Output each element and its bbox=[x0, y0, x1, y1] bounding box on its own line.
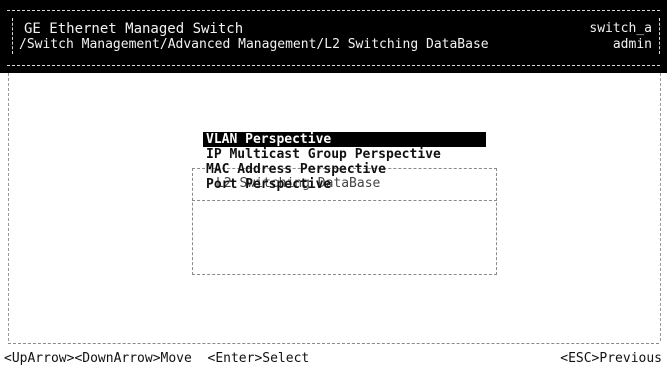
breadcrumb-path: /Switch Management/Advanced Management/L… bbox=[19, 37, 489, 52]
logged-in-user: admin bbox=[612, 37, 652, 52]
footer-separator bbox=[8, 343, 659, 344]
menu-box-bottom-border bbox=[192, 274, 497, 275]
header-left-border bbox=[12, 18, 13, 54]
menu-list: VLAN Perspective IP Multicast Group Pers… bbox=[203, 132, 486, 192]
previous-hint[interactable]: <ESC>Previous bbox=[560, 352, 662, 366]
app-title: GE Ethernet Managed Switch bbox=[24, 21, 244, 37]
menu-box-right-border bbox=[496, 168, 497, 275]
menu-item-mac-address-perspective[interactable]: MAC Address Perspective bbox=[203, 162, 486, 177]
navigation-hint: <UpArrow><DownArrow>Move <Enter>Select bbox=[4, 351, 310, 366]
menu-box-left-border bbox=[192, 168, 193, 275]
menu-item-ip-multicast-group-perspective[interactable]: IP Multicast Group Perspective bbox=[203, 147, 486, 162]
menu-item-vlan-perspective[interactable]: VLAN Perspective bbox=[203, 132, 486, 147]
header-right-border bbox=[659, 18, 660, 54]
main-screen: L2 Switching DataBase bbox=[8, 73, 661, 341]
menu-box-divider bbox=[192, 200, 497, 201]
hostname: switch_a bbox=[589, 21, 652, 36]
header-bar: GE Ethernet Managed Switch /Switch Manag… bbox=[0, 0, 667, 73]
menu-item-port-perspective[interactable]: Port Perspective bbox=[203, 177, 486, 192]
